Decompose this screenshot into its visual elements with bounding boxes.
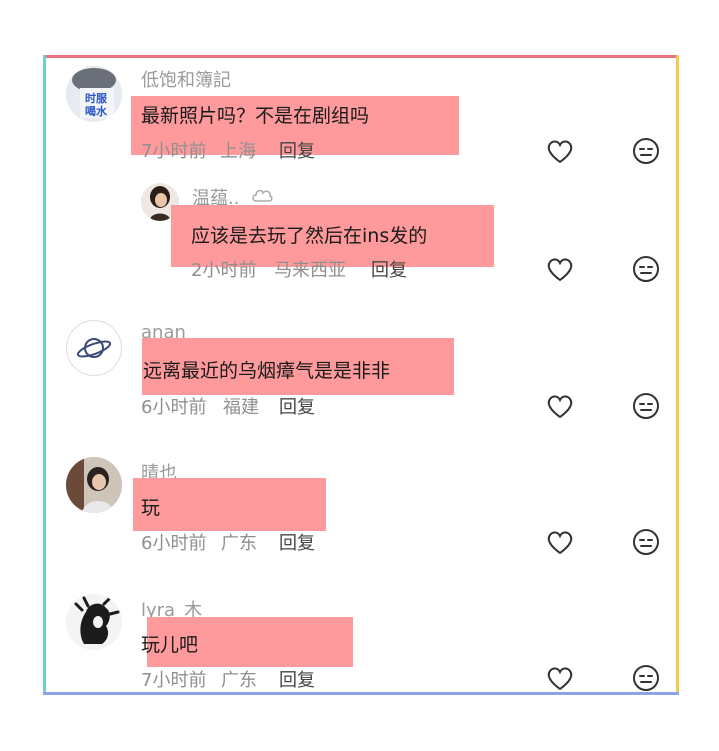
meh-face-icon[interactable] [631,527,661,557]
reply-button[interactable]: 回复 [279,529,315,555]
reply-button[interactable]: 回复 [279,137,315,163]
meh-face-icon[interactable] [631,663,661,693]
username[interactable]: 低饱和簿記 [141,66,231,92]
heart-icon[interactable] [545,254,575,284]
avatar[interactable] [66,457,122,513]
comment-text: 玩儿吧 [141,634,199,656]
avatar[interactable] [66,320,122,376]
frame-left-border [43,55,46,695]
heart-icon[interactable] [545,663,575,693]
comment-time: 7小时前 [141,670,207,691]
frame-top-border [43,55,679,58]
comment-text: 玩 [141,497,161,519]
comment-location: 福建 [223,397,259,418]
cloud-emoji-icon [251,186,273,204]
reply-button[interactable]: 回复 [279,393,315,419]
comment-time: 6小时前 [141,533,207,554]
comment-location: 马来西亚 [274,260,346,281]
comment-time: 7小时前 [141,141,207,162]
frame-bottom-border [43,692,679,695]
comment-time: 6小时前 [141,397,207,418]
meh-face-icon[interactable] [631,136,661,166]
comment-location: 广东 [221,533,257,554]
svg-text:喝水: 喝水 [85,104,108,118]
reply-button[interactable]: 回复 [279,666,315,692]
svg-text:时服: 时服 [85,91,108,105]
frame-right-border [676,55,679,695]
meh-face-icon[interactable] [631,254,661,284]
comment-text: 远离最近的乌烟瘴气是是非非 [143,360,391,382]
heart-icon[interactable] [545,527,575,557]
heart-icon[interactable] [545,391,575,421]
meh-face-icon[interactable] [631,391,661,421]
reply-button[interactable]: 回复 [371,256,407,282]
comment-text: 应该是去玩了然后在ins发的 [191,225,428,247]
text-highlight [133,478,326,531]
comment-text: 最新照片吗？不是在剧组吗 [141,105,370,127]
comment-time: 2小时前 [191,260,257,281]
comment-location: 广东 [221,670,257,691]
comment-location: 上海 [220,141,256,162]
heart-icon[interactable] [545,136,575,166]
avatar[interactable]: 时服 喝水 [66,66,122,122]
avatar[interactable] [66,594,122,650]
